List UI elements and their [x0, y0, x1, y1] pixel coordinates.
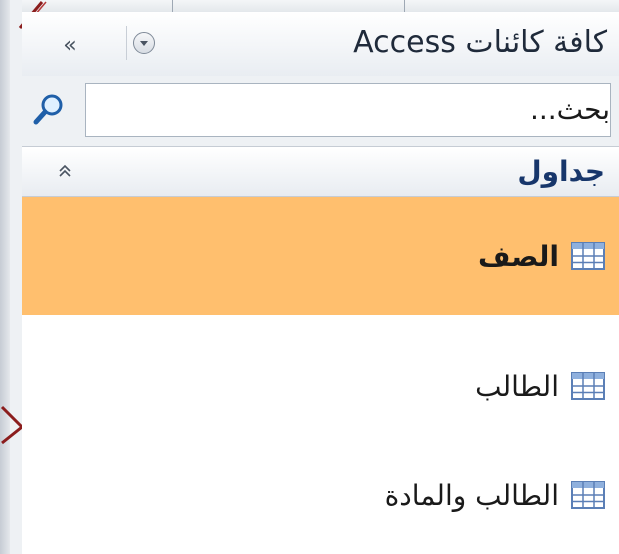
list-item[interactable]: الصف [22, 197, 619, 315]
search-input[interactable]: بحث... [85, 83, 611, 137]
list-item[interactable]: الطالب [22, 327, 619, 445]
top-divider [172, 0, 173, 12]
table-icon [571, 481, 605, 509]
list-item-label: الطالب والمادة [384, 478, 559, 512]
group-title: جداول [517, 155, 605, 188]
top-divider [404, 0, 405, 12]
search-bar: بحث... [22, 76, 619, 147]
double-chevron-icon: » [63, 32, 77, 58]
table-icon [571, 372, 605, 400]
double-chevron-up-icon[interactable] [52, 158, 78, 184]
list-item[interactable]: الطالب والمادة [22, 436, 619, 554]
table-icon [571, 242, 605, 270]
nav-pane-title[interactable]: كافة كائنات Access [353, 25, 607, 60]
shutter-bar-button[interactable]: » [50, 30, 90, 60]
navigation-pane: كافة كائنات Access » بحث... جداول الصف ا… [22, 12, 619, 554]
list-item-label: الصف [477, 239, 559, 273]
list-item-label: الطالب [475, 369, 559, 403]
group-header-tables[interactable]: جداول [22, 148, 619, 197]
magnifier-icon[interactable] [32, 92, 66, 126]
nav-pane-menu-button[interactable] [126, 26, 161, 60]
nav-pane-header[interactable]: كافة كائنات Access » [22, 12, 619, 77]
chevron-down-circle-icon [133, 32, 155, 54]
